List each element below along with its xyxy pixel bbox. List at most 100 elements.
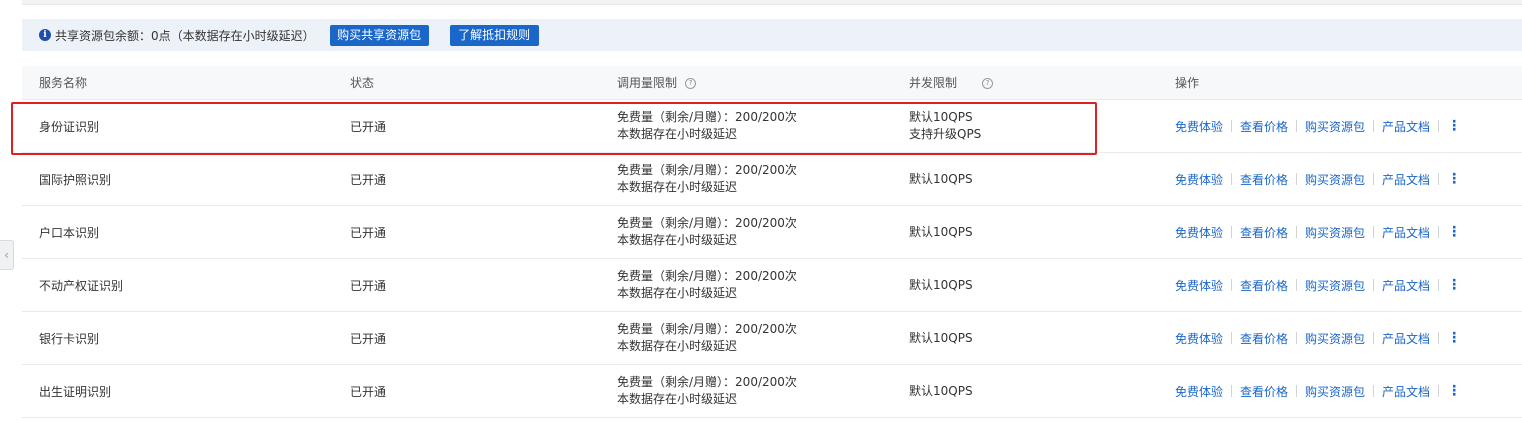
product-docs-link[interactable]: 产品文档: [1382, 277, 1430, 294]
buy-package-link[interactable]: 购买资源包: [1305, 383, 1365, 400]
chevron-left-icon: ‹: [4, 248, 9, 262]
service-status: 已开通: [350, 331, 387, 346]
qps-default: 默认10QPS: [909, 277, 973, 292]
quota-delay-note: 本数据存在小时级延迟: [617, 180, 738, 194]
view-price-link[interactable]: 查看价格: [1240, 118, 1288, 135]
divider: [1296, 385, 1298, 397]
divider: [1438, 332, 1440, 344]
ops-cell: 免费体验 查看价格 购买资源包 产品文档 ⋮: [1175, 365, 1461, 417]
free-trial-link[interactable]: 免费体验: [1175, 171, 1223, 188]
qps-default: 默认10QPS: [909, 171, 973, 186]
service-name: 身份证识别: [39, 119, 100, 134]
quota-cell: 免费量（剩余/月赠）：200/200次 本数据存在小时级延迟: [617, 100, 797, 152]
quota-free-amount: 免费量（剩余/月赠）：200/200次: [617, 163, 797, 177]
divider: [1438, 120, 1440, 132]
buy-package-link[interactable]: 购买资源包: [1305, 171, 1365, 188]
product-docs-link[interactable]: 产品文档: [1382, 118, 1430, 135]
qps-default: 默认10QPS: [909, 224, 973, 239]
question-circle-icon[interactable]: ?: [982, 78, 994, 89]
view-price-link[interactable]: 查看价格: [1240, 277, 1288, 294]
quota-free-amount: 免费量（剩余/月赠）：200/200次: [617, 216, 797, 230]
service-status: 已开通: [350, 172, 387, 187]
product-docs-link[interactable]: 产品文档: [1382, 383, 1430, 400]
divider: [1373, 173, 1375, 185]
quota-free-amount: 免费量（剩余/月赠）：200/200次: [617, 110, 797, 124]
more-vertical-icon[interactable]: ⋮: [1447, 224, 1461, 240]
divider: [1438, 173, 1440, 185]
header-qps-label: 并发限制: [909, 76, 958, 90]
header-quota-label: 调用量限制: [617, 76, 678, 90]
notice-text: 共享资源包余额：0点（本数据存在小时级延迟）: [55, 28, 315, 43]
buy-package-link[interactable]: 购买资源包: [1305, 224, 1365, 241]
qps-cell: 默认10QPS: [909, 206, 973, 258]
qps-cell: 默认10QPS: [909, 365, 973, 417]
free-trial-link[interactable]: 免费体验: [1175, 118, 1223, 135]
service-table: 服务名称 状态 调用量限制? 并发限制? 操作 身份证识别 已开通 免费量（剩余…: [22, 66, 1522, 418]
service-status: 已开通: [350, 225, 387, 240]
view-price-link[interactable]: 查看价格: [1240, 224, 1288, 241]
free-trial-link[interactable]: 免费体验: [1175, 330, 1223, 347]
qps-cell: 默认10QPS: [909, 259, 973, 311]
ops-cell: 免费体验 查看价格 购买资源包 产品文档 ⋮: [1175, 153, 1461, 205]
header-quota: 调用量限制?: [617, 66, 697, 100]
product-docs-link[interactable]: 产品文档: [1382, 224, 1430, 241]
shared-resource-notice: i 共享资源包余额：0点（本数据存在小时级延迟） 购买共享资源包 了解抵扣规则: [22, 19, 1522, 51]
qps-cell: 默认10QPS: [909, 153, 973, 205]
quota-cell: 免费量（剩余/月赠）：200/200次 本数据存在小时级延迟: [617, 312, 797, 364]
table-header: 服务名称 状态 调用量限制? 并发限制? 操作: [22, 66, 1522, 100]
table-row: 出生证明识别 已开通 免费量（剩余/月赠）：200/200次 本数据存在小时级延…: [22, 365, 1522, 418]
divider: [1231, 120, 1233, 132]
more-vertical-icon[interactable]: ⋮: [1447, 330, 1461, 346]
product-docs-link[interactable]: 产品文档: [1382, 171, 1430, 188]
more-vertical-icon[interactable]: ⋮: [1447, 277, 1461, 293]
view-price-link[interactable]: 查看价格: [1240, 171, 1288, 188]
divider: [1438, 385, 1440, 397]
product-docs-link[interactable]: 产品文档: [1382, 330, 1430, 347]
service-status: 已开通: [350, 119, 387, 134]
qps-cell: 默认10QPS 支持升级QPS: [909, 100, 981, 152]
ops-cell: 免费体验 查看价格 购买资源包 产品文档 ⋮: [1175, 100, 1461, 152]
service-status: 已开通: [350, 384, 387, 399]
divider: [1373, 332, 1375, 344]
more-vertical-icon[interactable]: ⋮: [1447, 171, 1461, 187]
divider: [1231, 226, 1233, 238]
divider: [1373, 279, 1375, 291]
quota-delay-note: 本数据存在小时级延迟: [617, 127, 738, 141]
service-name: 国际护照识别: [39, 172, 112, 187]
top-divider: [22, 0, 1522, 5]
header-name: 服务名称: [39, 76, 88, 90]
table-body: 身份证识别 已开通 免费量（剩余/月赠）：200/200次 本数据存在小时级延迟…: [22, 100, 1522, 418]
divider: [1231, 173, 1233, 185]
quota-cell: 免费量（剩余/月赠）：200/200次 本数据存在小时级延迟: [617, 153, 797, 205]
view-price-link[interactable]: 查看价格: [1240, 383, 1288, 400]
deduction-rules-button[interactable]: 了解抵扣规则: [449, 24, 539, 46]
service-name: 户口本识别: [39, 225, 100, 240]
divider: [1373, 385, 1375, 397]
divider: [1373, 226, 1375, 238]
divider: [1231, 279, 1233, 291]
free-trial-link[interactable]: 免费体验: [1175, 277, 1223, 294]
ops-cell: 免费体验 查看价格 购买资源包 产品文档 ⋮: [1175, 206, 1461, 258]
header-ops: 操作: [1175, 76, 1200, 90]
buy-package-link[interactable]: 购买资源包: [1305, 118, 1365, 135]
buy-package-link[interactable]: 购买资源包: [1305, 330, 1365, 347]
question-circle-icon[interactable]: ?: [685, 78, 697, 89]
free-trial-link[interactable]: 免费体验: [1175, 224, 1223, 241]
quota-delay-note: 本数据存在小时级延迟: [617, 392, 738, 406]
service-status: 已开通: [350, 278, 387, 293]
header-status: 状态: [350, 76, 375, 90]
sidebar-collapse-handle[interactable]: ‹: [0, 240, 14, 270]
divider: [1296, 279, 1298, 291]
quota-free-amount: 免费量（剩余/月赠）：200/200次: [617, 375, 797, 389]
buy-shared-package-button[interactable]: 购买共享资源包: [329, 24, 429, 46]
more-vertical-icon[interactable]: ⋮: [1447, 118, 1461, 134]
view-price-link[interactable]: 查看价格: [1240, 330, 1288, 347]
more-vertical-icon[interactable]: ⋮: [1447, 383, 1461, 399]
free-trial-link[interactable]: 免费体验: [1175, 383, 1223, 400]
quota-free-amount: 免费量（剩余/月赠）：200/200次: [617, 269, 797, 283]
divider: [1296, 120, 1298, 132]
ops-cell: 免费体验 查看价格 购买资源包 产品文档 ⋮: [1175, 259, 1461, 311]
buy-package-link[interactable]: 购买资源包: [1305, 277, 1365, 294]
table-row: 身份证识别 已开通 免费量（剩余/月赠）：200/200次 本数据存在小时级延迟…: [22, 100, 1522, 153]
table-row: 银行卡识别 已开通 免费量（剩余/月赠）：200/200次 本数据存在小时级延迟…: [22, 312, 1522, 365]
